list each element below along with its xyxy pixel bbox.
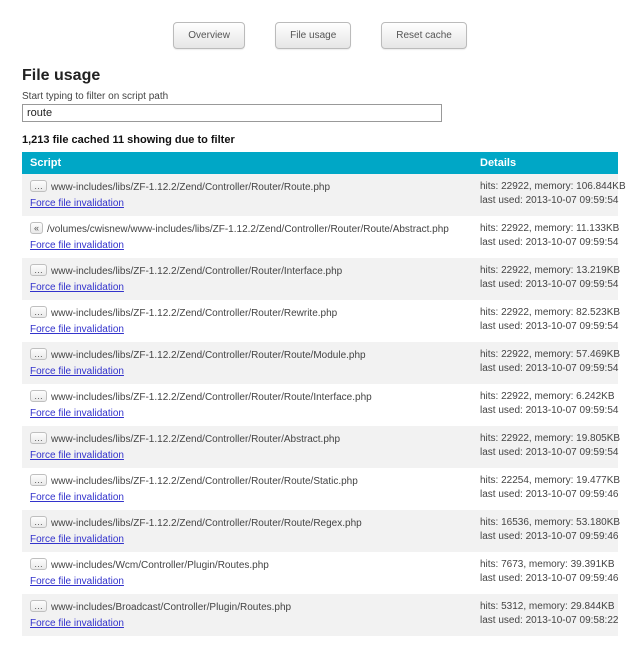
col-details: Details [472, 152, 618, 174]
detail-last-used: last used: 2013-10-07 09:59:54 [480, 446, 610, 460]
force-invalidate-link[interactable]: Force file invalidation [30, 575, 464, 589]
detail-hits-memory: hits: 16536, memory: 53.180KB [480, 516, 610, 530]
detail-hits-memory: hits: 5312, memory: 29.844KB [480, 600, 610, 614]
cell-details: hits: 5312, memory: 29.844KBlast used: 2… [472, 594, 618, 636]
topbar: Overview File usage Reset cache [22, 12, 618, 67]
cell-details: hits: 22254, memory: 19.477KBlast used: … [472, 468, 618, 510]
script-path: www-includes/libs/ZF-1.12.2/Zend/Control… [51, 392, 372, 403]
detail-last-used: last used: 2013-10-07 09:59:46 [480, 530, 610, 544]
page-title: File usage [22, 67, 618, 85]
cell-script: … www-includes/Wcm/Controller/Plugin/Rout… [22, 552, 472, 594]
expand-icon[interactable]: … [30, 558, 47, 570]
detail-hits-memory: hits: 7673, memory: 39.391KB [480, 558, 610, 572]
force-invalidate-link[interactable]: Force file invalidation [30, 617, 464, 631]
result-summary: 1,213 file cached 11 showing due to filt… [22, 134, 618, 146]
detail-hits-memory: hits: 22922, memory: 13.219KB [480, 264, 610, 278]
cell-script: … www-includes/libs/ZF-1.12.2/Zend/Contro… [22, 174, 472, 216]
expand-icon[interactable]: … [30, 264, 47, 276]
expand-icon[interactable]: … [30, 600, 47, 612]
expand-icon[interactable]: … [30, 348, 47, 360]
detail-last-used: last used: 2013-10-07 09:59:54 [480, 194, 610, 208]
table-row: … www-includes/libs/ZF-1.12.2/Zend/Contro… [22, 258, 618, 300]
expand-icon[interactable]: … [30, 390, 47, 402]
cell-script: … www-includes/libs/ZF-1.12.2/Zend/Contro… [22, 258, 472, 300]
cell-details: hits: 22922, memory: 82.523KBlast used: … [472, 300, 618, 342]
cell-details: hits: 16536, memory: 53.180KBlast used: … [472, 510, 618, 552]
detail-last-used: last used: 2013-10-07 09:59:46 [480, 572, 610, 586]
force-invalidate-link[interactable]: Force file invalidation [30, 449, 464, 463]
expand-icon[interactable]: … [30, 306, 47, 318]
force-invalidate-link[interactable]: Force file invalidation [30, 197, 464, 211]
cell-details: hits: 7673, memory: 39.391KBlast used: 2… [472, 552, 618, 594]
expand-icon[interactable]: … [30, 516, 47, 528]
col-script: Script [22, 152, 472, 174]
force-invalidate-link[interactable]: Force file invalidation [30, 281, 464, 295]
detail-hits-memory: hits: 22922, memory: 6.242KB [480, 390, 610, 404]
cell-script: … www-includes/libs/ZF-1.12.2/Zend/Contro… [22, 426, 472, 468]
script-path: www-includes/libs/ZF-1.12.2/Zend/Control… [51, 518, 362, 529]
table-row: … www-includes/libs/ZF-1.12.2/Zend/Contro… [22, 300, 618, 342]
detail-last-used: last used: 2013-10-07 09:59:54 [480, 362, 610, 376]
force-invalidate-link[interactable]: Force file invalidation [30, 365, 464, 379]
script-path: www-includes/libs/ZF-1.12.2/Zend/Control… [51, 476, 358, 487]
cell-details: hits: 22922, memory: 106.844KBlast used:… [472, 174, 618, 216]
filter-input[interactable] [22, 104, 442, 122]
table-row: … www-includes/Wcm/Controller/Plugin/Rout… [22, 552, 618, 594]
cell-details: hits: 22922, memory: 6.242KBlast used: 2… [472, 384, 618, 426]
detail-hits-memory: hits: 22922, memory: 82.523KB [480, 306, 610, 320]
detail-hits-memory: hits: 22922, memory: 106.844KB [480, 180, 610, 194]
expand-icon[interactable]: … [30, 180, 47, 192]
table-row: … www-includes/libs/ZF-1.12.2/Zend/Contro… [22, 342, 618, 384]
expand-icon[interactable]: … [30, 432, 47, 444]
force-invalidate-link[interactable]: Force file invalidation [30, 491, 464, 505]
filter-label: Start typing to filter on script path [22, 91, 618, 102]
detail-hits-memory: hits: 22922, memory: 11.133KB [480, 222, 610, 236]
detail-last-used: last used: 2013-10-07 09:59:54 [480, 236, 610, 250]
script-path: www-includes/Broadcast/Controller/Plugin… [51, 602, 291, 613]
expand-icon[interactable]: « [30, 222, 43, 234]
cell-script: … www-includes/libs/ZF-1.12.2/Zend/Contro… [22, 384, 472, 426]
table-row: … www-includes/libs/ZF-1.12.2/Zend/Contro… [22, 174, 618, 216]
reset-cache-button[interactable]: Reset cache [381, 22, 467, 49]
table-row: … www-includes/libs/ZF-1.12.2/Zend/Contro… [22, 468, 618, 510]
detail-hits-memory: hits: 22922, memory: 19.805KB [480, 432, 610, 446]
table-row: … www-includes/libs/ZF-1.12.2/Zend/Contro… [22, 384, 618, 426]
force-invalidate-link[interactable]: Force file invalidation [30, 407, 464, 421]
detail-last-used: last used: 2013-10-07 09:59:54 [480, 320, 610, 334]
script-path: www-includes/libs/ZF-1.12.2/Zend/Control… [51, 308, 337, 319]
table-row: « /volumes/cwisnew/www-includes/libs/ZF-1… [22, 216, 618, 258]
detail-last-used: last used: 2013-10-07 09:59:54 [480, 278, 610, 292]
expand-icon[interactable]: … [30, 474, 47, 486]
script-path: www-includes/libs/ZF-1.12.2/Zend/Control… [51, 434, 340, 445]
detail-last-used: last used: 2013-10-07 09:59:46 [480, 488, 610, 502]
detail-hits-memory: hits: 22922, memory: 57.469KB [480, 348, 610, 362]
force-invalidate-link[interactable]: Force file invalidation [30, 323, 464, 337]
script-path: www-includes/libs/ZF-1.12.2/Zend/Control… [51, 182, 330, 193]
detail-last-used: last used: 2013-10-07 09:58:22 [480, 614, 610, 628]
file-usage-button[interactable]: File usage [275, 22, 351, 49]
script-path: /volumes/cwisnew/www-includes/libs/ZF-1.… [47, 224, 449, 235]
script-path: www-includes/libs/ZF-1.12.2/Zend/Control… [51, 266, 342, 277]
cell-script: … www-includes/libs/ZF-1.12.2/Zend/Contro… [22, 468, 472, 510]
script-path: www-includes/libs/ZF-1.12.2/Zend/Control… [51, 350, 366, 361]
force-invalidate-link[interactable]: Force file invalidation [30, 533, 464, 547]
detail-hits-memory: hits: 22254, memory: 19.477KB [480, 474, 610, 488]
cell-script: … www-includes/libs/ZF-1.12.2/Zend/Contro… [22, 342, 472, 384]
cell-script: … www-includes/Broadcast/Controller/Plugi… [22, 594, 472, 636]
detail-last-used: last used: 2013-10-07 09:59:54 [480, 404, 610, 418]
cell-details: hits: 22922, memory: 11.133KBlast used: … [472, 216, 618, 258]
table-row: … www-includes/libs/ZF-1.12.2/Zend/Contro… [22, 426, 618, 468]
overview-button[interactable]: Overview [173, 22, 245, 49]
script-path: www-includes/Wcm/Controller/Plugin/Route… [51, 560, 269, 571]
cell-details: hits: 22922, memory: 57.469KBlast used: … [472, 342, 618, 384]
cell-script: « /volumes/cwisnew/www-includes/libs/ZF-1… [22, 216, 472, 258]
file-table: Script Details … www-includes/libs/ZF-1.1… [22, 152, 618, 636]
cell-script: … www-includes/libs/ZF-1.12.2/Zend/Contro… [22, 300, 472, 342]
cell-details: hits: 22922, memory: 19.805KBlast used: … [472, 426, 618, 468]
cell-details: hits: 22922, memory: 13.219KBlast used: … [472, 258, 618, 300]
table-row: … www-includes/libs/ZF-1.12.2/Zend/Contro… [22, 510, 618, 552]
force-invalidate-link[interactable]: Force file invalidation [30, 239, 464, 253]
table-row: … www-includes/Broadcast/Controller/Plugi… [22, 594, 618, 636]
cell-script: … www-includes/libs/ZF-1.12.2/Zend/Contro… [22, 510, 472, 552]
